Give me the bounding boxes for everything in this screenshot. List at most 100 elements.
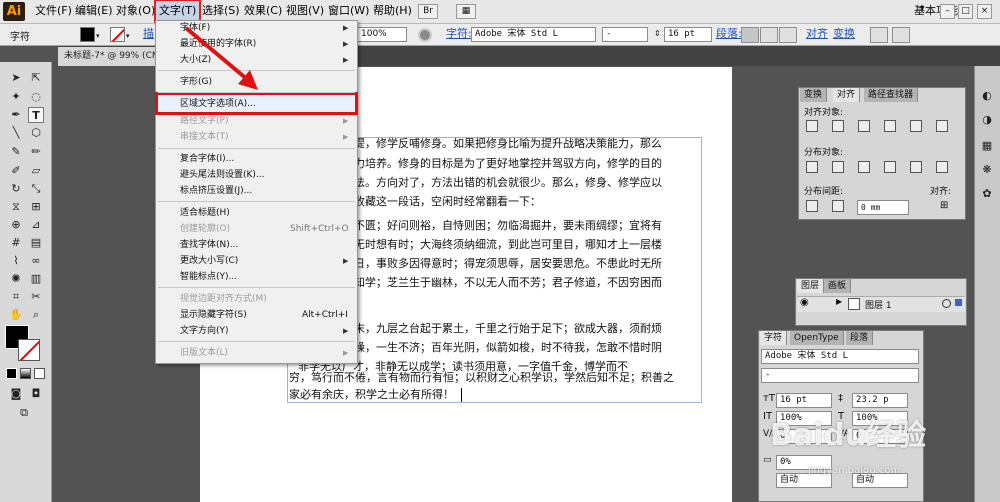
chevron-down-icon[interactable]: ▾ bbox=[126, 32, 130, 40]
opacity-field[interactable]: 100% bbox=[357, 27, 407, 42]
direct-selection-tool-icon[interactable]: ⇱ bbox=[28, 70, 44, 86]
lasso-tool-icon[interactable]: ◌ bbox=[28, 89, 44, 105]
distribute-top-icon[interactable] bbox=[806, 161, 818, 173]
transform-link[interactable]: 变换 bbox=[833, 24, 855, 44]
close-icon[interactable]: × bbox=[977, 4, 992, 19]
perspective-grid-tool-icon[interactable]: ⊿ bbox=[28, 217, 44, 233]
recolor-icon[interactable] bbox=[418, 28, 432, 42]
align-vertical-center-icon[interactable] bbox=[910, 120, 922, 132]
menu-type[interactable]: 文字(T) bbox=[153, 0, 202, 23]
align-bottom-edge-icon[interactable] bbox=[936, 120, 948, 132]
screen-mode-icon[interactable]: ⧉ bbox=[16, 405, 32, 421]
align-right-edge-icon[interactable] bbox=[858, 120, 870, 132]
arrange-documents-icon[interactable]: ▦ bbox=[456, 4, 476, 19]
distribute-h-spacing-icon[interactable] bbox=[832, 200, 844, 212]
char-font-field[interactable]: Adobe 宋体 Std L bbox=[761, 349, 919, 364]
slice-tool-icon[interactable]: ✂ bbox=[28, 289, 44, 305]
stroke-link[interactable]: 描 bbox=[143, 24, 154, 44]
char-leading-field[interactable]: 23.2 p bbox=[852, 393, 908, 408]
tab-opentype[interactable]: OpenType bbox=[790, 331, 844, 345]
target-icon[interactable] bbox=[942, 299, 951, 308]
char-size-field[interactable]: 16 pt bbox=[776, 393, 832, 408]
menu-item-change-case[interactable]: 更改大小写(C) bbox=[180, 253, 238, 269]
magic-wand-tool-icon[interactable]: ✦ bbox=[8, 89, 24, 105]
pen-tool-icon[interactable]: ✒ bbox=[8, 107, 24, 123]
column-graph-tool-icon[interactable]: ▥ bbox=[28, 271, 44, 287]
color-mode-icon[interactable] bbox=[6, 368, 17, 379]
menu-item-find-font[interactable]: 查找字体(N)... bbox=[180, 237, 238, 253]
tab-paragraph[interactable]: 段落 bbox=[846, 331, 874, 345]
layer-name[interactable]: 图层 1 bbox=[865, 298, 892, 311]
font-style-field[interactable]: - bbox=[602, 27, 648, 42]
shape-builder-tool-icon[interactable]: ⊕ bbox=[8, 217, 24, 233]
align-right-icon[interactable] bbox=[779, 27, 797, 43]
menu-view[interactable]: 视图(V) bbox=[282, 0, 328, 22]
menu-effect[interactable]: 效果(C) bbox=[240, 0, 286, 22]
align-link[interactable]: 对齐 bbox=[806, 24, 828, 44]
type-tool-icon[interactable]: T bbox=[28, 107, 44, 123]
mesh-tool-icon[interactable]: # bbox=[8, 235, 24, 251]
fill-swatch[interactable] bbox=[80, 27, 95, 42]
align-horizontal-center-icon[interactable] bbox=[832, 120, 844, 132]
tab-layers[interactable]: 图层 bbox=[797, 279, 825, 293]
menu-object[interactable]: 对象(O) bbox=[112, 0, 159, 22]
symbol-sprayer-tool-icon[interactable]: ✺ bbox=[8, 271, 24, 287]
gradient-tool-icon[interactable]: ▤ bbox=[28, 235, 44, 251]
tab-character[interactable]: 字符 bbox=[760, 331, 788, 345]
width-tool-icon[interactable]: ⧖ bbox=[8, 199, 24, 215]
zoom-tool-icon[interactable]: ⌕ bbox=[28, 307, 44, 323]
minimize-icon[interactable]: – bbox=[940, 4, 955, 19]
align-top-edge-icon[interactable] bbox=[884, 120, 896, 132]
gradient-mode-icon[interactable] bbox=[20, 368, 31, 379]
polygon-tool-icon[interactable]: ⬡ bbox=[28, 125, 44, 141]
distribute-v-spacing-icon[interactable] bbox=[806, 200, 818, 212]
isolate-icon[interactable] bbox=[870, 27, 888, 43]
eyedropper-tool-icon[interactable]: ⌇ bbox=[8, 253, 24, 269]
selection-tool-icon[interactable]: ➤ bbox=[8, 70, 24, 86]
align-left-icon[interactable] bbox=[741, 27, 759, 43]
expand-arrow-icon[interactable]: ▶ bbox=[836, 297, 842, 306]
menu-select[interactable]: 选择(S) bbox=[198, 0, 244, 22]
menu-edit[interactable]: 编辑(E) bbox=[71, 0, 117, 22]
document-tab[interactable]: 未标题-7* @ 99% (CM bbox=[58, 47, 166, 66]
line-tool-icon[interactable]: ╲ bbox=[8, 125, 24, 141]
font-size-field[interactable]: 16 pt bbox=[664, 27, 712, 42]
menu-item-fit-headline[interactable]: 适合标题(H) bbox=[180, 205, 230, 221]
artboard-tool-icon[interactable]: ⌗ bbox=[8, 289, 24, 305]
hand-tool-icon[interactable]: ✋ bbox=[8, 307, 24, 323]
menu-item-kinsoku-settings[interactable]: 避头尾法则设置(K)... bbox=[180, 167, 265, 183]
paintbrush-tool-icon[interactable]: ✎ bbox=[8, 144, 24, 160]
chevron-down-icon[interactable]: ▾ bbox=[96, 32, 100, 40]
distribute-bottom-icon[interactable] bbox=[858, 161, 870, 173]
color-panel-icon[interactable]: ◐ bbox=[979, 88, 995, 104]
blend-tool-icon[interactable]: ∞ bbox=[28, 253, 44, 269]
align-center-icon[interactable] bbox=[760, 27, 778, 43]
stroke-color-swatch[interactable] bbox=[18, 339, 40, 361]
stepper-icon[interactable]: ⇕ bbox=[654, 29, 661, 38]
eraser-tool-icon[interactable]: ▱ bbox=[28, 163, 44, 179]
rotate-tool-icon[interactable]: ↻ bbox=[8, 181, 24, 197]
menu-item-type-orientation[interactable]: 文字方向(Y) bbox=[180, 323, 229, 339]
none-mode-icon[interactable] bbox=[34, 368, 45, 379]
distribute-left-icon[interactable] bbox=[884, 161, 896, 173]
tab-pathfinder[interactable]: 路径查找器 bbox=[864, 88, 919, 102]
font-family-field[interactable]: Adobe 宋体 Std L bbox=[471, 27, 596, 42]
char-style-field[interactable]: - bbox=[761, 368, 919, 383]
align-left-edge-icon[interactable] bbox=[806, 120, 818, 132]
blob-brush-tool-icon[interactable]: ✐ bbox=[8, 163, 24, 179]
align-to-selection-icon[interactable]: ⊞ bbox=[940, 200, 952, 212]
spacing-field[interactable]: 0 mm bbox=[857, 200, 909, 215]
arrange-icon[interactable] bbox=[892, 27, 910, 43]
color-guide-icon[interactable]: ◑ bbox=[979, 112, 995, 128]
stroke-swatch[interactable] bbox=[110, 27, 125, 42]
distribute-vcenter-icon[interactable] bbox=[832, 161, 844, 173]
swatches-panel-icon[interactable]: ▦ bbox=[979, 138, 995, 154]
menu-file[interactable]: 文件(F) bbox=[31, 0, 76, 22]
free-transform-tool-icon[interactable]: ⊞ bbox=[28, 199, 44, 215]
eye-icon[interactable]: ◉ bbox=[800, 297, 809, 308]
menu-item-mojikumi-settings[interactable]: 标点挤压设置(J)... bbox=[180, 183, 252, 199]
symbols-panel-icon[interactable]: ✿ bbox=[979, 186, 995, 202]
distribute-hcenter-icon[interactable] bbox=[910, 161, 922, 173]
bridge-icon[interactable]: Br bbox=[418, 4, 438, 19]
tab-artboards[interactable]: 画板 bbox=[824, 279, 852, 293]
